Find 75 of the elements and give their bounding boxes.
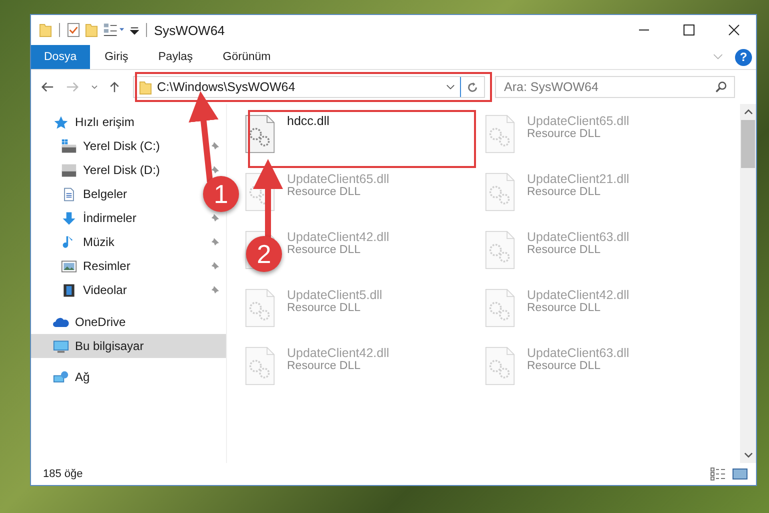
film-icon xyxy=(61,282,77,298)
large-icons-view-icon[interactable] xyxy=(732,467,748,481)
recent-dropdown-icon[interactable] xyxy=(91,84,98,90)
pin-icon[interactable] xyxy=(210,165,220,175)
file-type: Resource DLL xyxy=(527,128,602,140)
pin-icon[interactable] xyxy=(210,141,220,151)
sidebar-item[interactable]: Resimler xyxy=(61,254,183,278)
picture-icon xyxy=(61,258,77,274)
back-arrow-icon[interactable] xyxy=(41,81,54,93)
dll-file-icon xyxy=(245,114,275,154)
sidebar-item[interactable]: Hızlı erişim xyxy=(53,110,163,134)
ribbon-tab[interactable]: Paylaş xyxy=(143,45,208,69)
drive-icon xyxy=(61,162,77,178)
dll-file-icon xyxy=(485,114,515,154)
star-icon xyxy=(53,114,69,130)
address-bar[interactable]: C:\Windows\SysWOW64 xyxy=(133,76,485,98)
file-type: Resource DLL xyxy=(287,302,362,314)
customize-dropdown-icon[interactable] xyxy=(130,26,139,34)
scroll-up-icon[interactable] xyxy=(744,109,752,115)
file-type: Resource DLL xyxy=(287,186,362,198)
file-type: Resource DLL xyxy=(527,360,602,372)
pin-icon[interactable] xyxy=(210,213,220,223)
folder-icon xyxy=(139,80,152,94)
ribbon-tab[interactable]: Giriş xyxy=(90,45,144,69)
window-title: SysWOW64 xyxy=(154,22,225,38)
dll-file-icon xyxy=(245,288,275,328)
sidebar-item[interactable]: Belgeler xyxy=(61,182,183,206)
file-type: Resource DLL xyxy=(527,244,602,256)
refresh-icon[interactable] xyxy=(466,80,479,94)
pin-icon[interactable] xyxy=(210,285,220,295)
scroll-thumb[interactable] xyxy=(741,120,755,168)
help-button[interactable]: ? xyxy=(735,48,752,66)
details-view-icon[interactable] xyxy=(710,467,726,481)
scrollbar[interactable] xyxy=(740,104,756,463)
up-arrow-icon[interactable] xyxy=(108,81,121,93)
expand-ribbon-icon[interactable] xyxy=(713,53,723,61)
pin-icon[interactable] xyxy=(210,261,220,271)
sidebar-item[interactable]: OneDrive xyxy=(53,310,163,334)
dll-file-icon xyxy=(245,172,275,212)
document-icon xyxy=(61,186,77,202)
dll-file-icon xyxy=(485,172,515,212)
ribbon-tab[interactable]: Dosya xyxy=(31,45,90,69)
list-view-icon[interactable] xyxy=(103,22,125,38)
item-count: 185 öğe xyxy=(43,468,83,480)
file-type: Resource DLL xyxy=(287,244,362,256)
file-type: Resource DLL xyxy=(287,360,362,372)
search-icon[interactable] xyxy=(715,81,727,93)
minimize-icon xyxy=(638,29,650,31)
dll-file-icon xyxy=(485,346,515,386)
monitor-icon xyxy=(53,338,69,354)
close-icon xyxy=(728,24,740,36)
sidebar-item[interactable]: İndirmeler xyxy=(61,206,183,230)
download-arrow-icon xyxy=(61,210,77,226)
properties-icon[interactable] xyxy=(67,22,80,38)
sidebar-item[interactable]: Ağ xyxy=(53,365,163,389)
dropdown-icon[interactable] xyxy=(446,84,455,90)
sidebar-item[interactable]: Yerel Disk (C:) xyxy=(61,134,183,158)
pin-icon[interactable] xyxy=(210,237,220,247)
file-type: Resource DLL xyxy=(527,302,602,314)
sidebar-item[interactable]: Yerel Disk (D:) xyxy=(61,158,183,182)
dll-file-icon xyxy=(245,346,275,386)
maximize-icon xyxy=(682,24,694,36)
drive-icon xyxy=(61,138,77,154)
network-icon xyxy=(53,370,69,384)
address-path: C:\Windows\SysWOW64 xyxy=(157,80,296,94)
ribbon-tab[interactable]: Görünüm xyxy=(208,45,286,69)
scroll-down-icon[interactable] xyxy=(744,452,752,458)
file-name[interactable]: hdcc.dll xyxy=(287,114,330,128)
dll-file-icon xyxy=(485,230,515,270)
search-field[interactable]: Ara: SysWOW64 xyxy=(495,76,735,98)
file-type: Resource DLL xyxy=(527,186,602,198)
folder-icon xyxy=(39,22,52,38)
sidebar-item[interactable]: Müzik xyxy=(61,230,183,254)
dll-file-icon xyxy=(485,288,515,328)
sidebar-item[interactable]: Videolar xyxy=(61,278,183,302)
